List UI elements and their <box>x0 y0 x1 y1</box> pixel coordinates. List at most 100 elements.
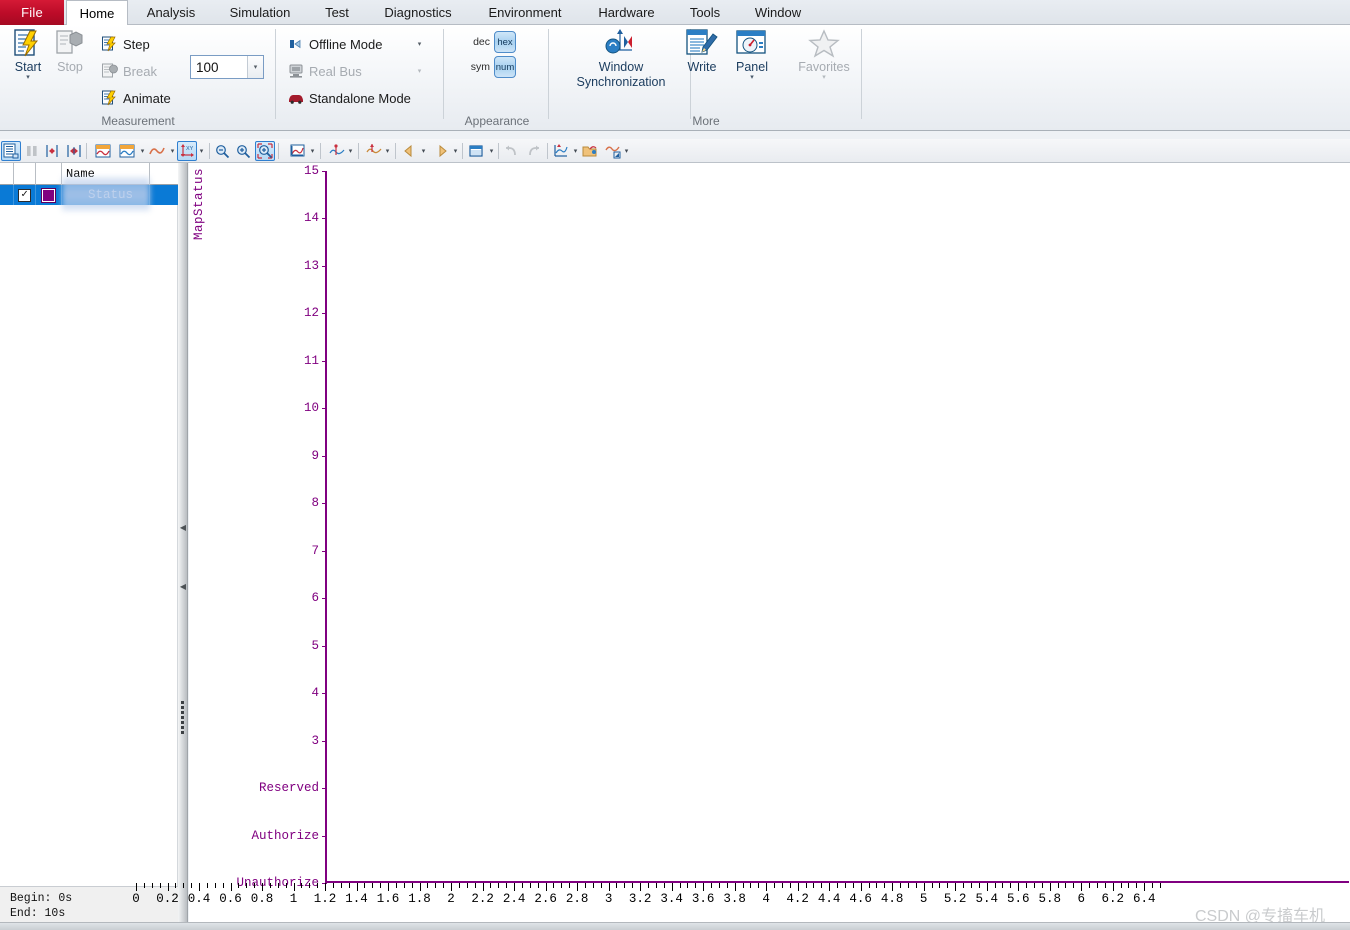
fit-horizontal-icon[interactable] <box>64 141 84 161</box>
measurement-setup-icon[interactable] <box>1 141 21 161</box>
break-command[interactable]: Break <box>102 60 157 82</box>
marker-caret[interactable]: ▾ <box>345 141 356 161</box>
panel-dropdown-caret[interactable]: ▾ <box>750 74 754 81</box>
step-count-input[interactable]: 100 ▾ <box>190 55 264 79</box>
stop-button[interactable]: Stop <box>46 28 94 104</box>
toolbar-separator <box>395 143 396 159</box>
splitter-grip-handle[interactable] <box>181 701 184 734</box>
num-toggle[interactable]: num <box>494 56 516 78</box>
y-axis-tick <box>322 455 327 457</box>
tab-simulation[interactable]: Simulation <box>214 0 306 25</box>
measure-cursor-icon[interactable] <box>93 141 113 161</box>
zoom-region-icon[interactable] <box>255 141 275 161</box>
step-back-caret[interactable]: ▾ <box>418 141 429 161</box>
zoom-reset-caret[interactable]: ▾ <box>307 141 318 161</box>
y-axis-tick <box>322 835 327 837</box>
xy-scale-caret[interactable]: ▾ <box>196 141 207 161</box>
hex-toggle[interactable]: hex <box>494 31 516 53</box>
xy-scale-icon[interactable]: XY <box>177 141 197 161</box>
x-axis-ticks: 0 0.2 0.4 0.6 0.8 1 1.2 1.4 1.6 1.8 2 2.2 2.4 2.6 2.8 3… <box>0 883 1161 913</box>
header-enable-col[interactable] <box>14 163 36 185</box>
x-axis-major-tick <box>1018 883 1020 891</box>
real-bus-caret[interactable]: ▾ <box>414 61 425 81</box>
tab-diagnostics[interactable]: Diagnostics <box>368 0 468 25</box>
splitter-collapse-up-arrow[interactable]: ◀ <box>179 523 187 533</box>
svg-text:XY: XY <box>186 146 194 152</box>
step-count-dropdown[interactable]: ▾ <box>247 56 263 78</box>
x-axis-minor-tick <box>143 883 145 888</box>
panel-splitter[interactable]: ◀ ◀ <box>178 163 188 930</box>
header-expand-col[interactable] <box>0 163 14 185</box>
x-axis-minor-tick <box>939 883 941 888</box>
tab-analysis[interactable]: Analysis <box>133 0 209 25</box>
zoom-in-icon[interactable] <box>233 141 253 161</box>
tab-home[interactable]: Home <box>66 0 128 26</box>
write-button[interactable]: Write <box>678 28 726 104</box>
real-bus-command[interactable]: Real Bus <box>288 60 362 82</box>
x-axis-tick-label: 4.4 <box>817 892 841 906</box>
tab-window[interactable]: Window <box>740 0 816 25</box>
row-color-cell[interactable] <box>36 185 62 205</box>
row-enable-cell[interactable]: ✓ <box>14 185 36 205</box>
x-axis-minor-tick <box>978 883 980 888</box>
signal-curve-icon[interactable] <box>117 141 137 161</box>
dec-label[interactable]: dec <box>468 36 490 48</box>
window-sync-icon <box>604 28 638 60</box>
tab-environment[interactable]: Environment <box>470 0 580 25</box>
layout-caret[interactable]: ▾ <box>486 141 497 161</box>
x-axis-tick-label: 0.2 <box>156 892 179 906</box>
tab-hardware[interactable]: Hardware <box>583 0 670 25</box>
step-forward-caret[interactable]: ▾ <box>450 141 461 161</box>
graphics-plot-area[interactable] <box>189 163 1350 930</box>
start-button[interactable]: Start ▾ <box>4 28 52 104</box>
x-axis-tick-label: 2.8 <box>565 892 589 906</box>
offline-mode-command[interactable]: Offline Mode <box>288 33 382 55</box>
x-axis-minor-tick <box>947 883 949 888</box>
header-color-col[interactable] <box>36 163 62 185</box>
animate-command[interactable]: Animate <box>102 87 171 109</box>
x-axis-tick-label: 6.4 <box>1132 892 1156 906</box>
event-marker-icon[interactable] <box>364 141 384 161</box>
redo-icon[interactable] <box>524 141 544 161</box>
offline-mode-caret[interactable]: ▾ <box>414 34 425 54</box>
undo-icon[interactable] <box>501 141 521 161</box>
row-expand-cell[interactable] <box>0 185 14 205</box>
step-back-icon[interactable] <box>399 141 419 161</box>
zoom-reset-icon[interactable] <box>288 141 308 161</box>
sym-label[interactable]: sym <box>468 61 490 73</box>
panel-button[interactable]: Panel ▾ <box>728 28 776 104</box>
standalone-mode-command[interactable]: Standalone Mode <box>288 87 411 109</box>
zoom-out-icon[interactable] <box>212 141 232 161</box>
file-tab[interactable]: File <box>0 0 64 25</box>
step-command[interactable]: Step <box>102 33 150 55</box>
x-axis-tick-label: 3.4 <box>660 892 683 906</box>
layout-icon[interactable] <box>466 141 486 161</box>
step-forward-icon[interactable] <box>432 141 452 161</box>
favorites-button[interactable]: Favorites ▾ <box>793 28 855 104</box>
signal-enable-checkbox[interactable]: ✓ <box>18 188 31 202</box>
row-extra-cell[interactable] <box>150 185 178 205</box>
splitter-collapse-down-arrow[interactable]: ◀ <box>179 582 187 592</box>
signal-color-swatch[interactable] <box>41 187 56 203</box>
signal-explorer-icon[interactable] <box>603 141 623 161</box>
x-axis-minor-tick <box>435 883 437 888</box>
marker-icon[interactable] <box>327 141 347 161</box>
curve-style-icon[interactable] <box>147 141 167 161</box>
graphics-toolbar: ▾ ▾ XY ▾ ▾ ▾ ▾ ▾ ▾ ▾ ▾ ▾ <box>0 139 1350 163</box>
tab-test[interactable]: Test <box>311 0 363 25</box>
x-axis-minor-tick <box>624 883 626 888</box>
x-axis-minor-tick <box>206 883 208 888</box>
tab-tools[interactable]: Tools <box>675 0 735 25</box>
x-axis-minor-tick <box>1041 883 1043 888</box>
header-extra-col[interactable] <box>150 163 178 185</box>
window-synchronization-button[interactable]: Window Synchronization <box>562 28 680 108</box>
signal-explorer-caret[interactable]: ▾ <box>621 141 632 161</box>
event-marker-caret[interactable]: ▾ <box>382 141 393 161</box>
step-count-value[interactable]: 100 <box>191 60 247 75</box>
pause-icon[interactable] <box>22 141 42 161</box>
favorites-dropdown-caret[interactable]: ▾ <box>822 74 826 81</box>
statistics-icon[interactable] <box>551 141 571 161</box>
start-dropdown-caret[interactable]: ▾ <box>26 74 30 81</box>
export-icon[interactable] <box>580 141 600 161</box>
fit-vertical-icon[interactable] <box>42 141 62 161</box>
